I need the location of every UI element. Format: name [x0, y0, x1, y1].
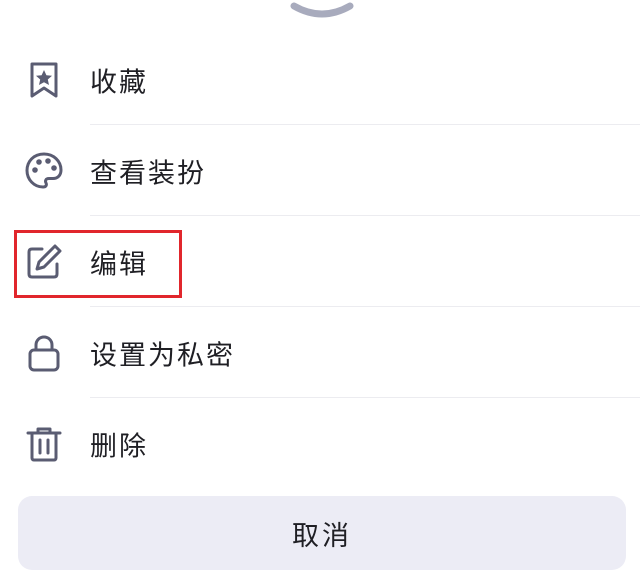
menu-item-label: 设置为私密: [90, 340, 235, 371]
menu-item-label: 编辑: [90, 249, 148, 280]
menu-item-view-outfit[interactable]: 查看装扮: [0, 125, 640, 216]
lock-icon: [22, 331, 66, 375]
menu-item-delete[interactable]: 删除: [0, 398, 640, 489]
action-menu: 收藏 查看装扮 编辑 设置为私密 删除: [0, 34, 640, 489]
cancel-button[interactable]: 取消: [18, 496, 626, 570]
menu-item-set-private[interactable]: 设置为私密: [0, 307, 640, 398]
palette-icon: [22, 149, 66, 193]
menu-item-favorite[interactable]: 收藏: [0, 34, 640, 125]
bookmark-star-icon: [22, 58, 66, 102]
trash-icon: [22, 422, 66, 466]
edit-icon: [22, 240, 66, 284]
action-sheet: 收藏 查看装扮 编辑 设置为私密 删除 取消: [0, 0, 640, 587]
menu-item-label: 收藏: [90, 67, 148, 98]
chevron-down-icon[interactable]: [290, 0, 354, 22]
menu-item-label: 删除: [90, 431, 148, 462]
menu-item-label: 查看装扮: [90, 158, 206, 189]
menu-item-edit[interactable]: 编辑: [0, 216, 640, 307]
